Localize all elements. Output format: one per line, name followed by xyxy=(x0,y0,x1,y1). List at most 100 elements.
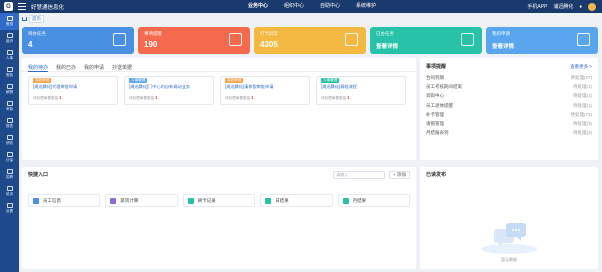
stat-clock-exceptions[interactable]: 打卡异常 4305 xyxy=(254,27,366,54)
org-icon xyxy=(6,33,13,38)
reminders-title: 事项提醒 xyxy=(426,64,447,70)
sidebar-item-hr[interactable]: 人事 xyxy=(0,47,19,64)
topnav-organization[interactable]: 组织中心 xyxy=(276,0,312,13)
list-item[interactable]: 合同到期 待处理(27) xyxy=(426,73,592,82)
sidebar-item-report[interactable]: 报表 xyxy=(0,115,19,132)
list-icon xyxy=(577,33,590,46)
tab-my-todo[interactable]: 我的待办 xyxy=(28,64,49,72)
stat-cards: 待办任务 4 事项提醒 190 打卡异常 4305 已办任务 查看详情 我的申请… xyxy=(22,27,598,54)
task-list: 待我审批 [浦迅腾化]代理审批申请 待处理单据数量:1 人事管理 [浦迅腾化]门… xyxy=(22,72,416,109)
app-logo: G xyxy=(4,2,13,11)
calendar-icon xyxy=(342,197,349,204)
book-icon xyxy=(6,186,13,191)
topnav-system[interactable]: 系统维护 xyxy=(348,0,384,13)
sidebar-item-performance[interactable]: 绩效 xyxy=(0,132,19,149)
breadcrumb-home[interactable]: 首页 xyxy=(29,14,44,23)
clock-icon xyxy=(6,101,13,106)
task-title[interactable]: [浦迅腾化]调档流程 xyxy=(321,84,401,90)
add-button[interactable]: + 添加 xyxy=(389,171,410,179)
task-tag: 待我审批 xyxy=(33,78,52,83)
sidebar: 首页 组织 人事 假勤 薪酬 考勤 报表 绩效 社保 招聘 培训 设置 xyxy=(0,13,19,272)
task-card[interactable]: 人事管理 [浦迅腾化]门中心内自有调动业务 待处理单据数量:1 xyxy=(124,76,214,105)
quick-entry-grid: 员工信息 薪资计算 刷卡记录 日结果 月结果 xyxy=(28,194,411,207)
home-icon xyxy=(22,16,27,21)
tab-my-requests[interactable]: 我的申请 xyxy=(84,64,104,71)
stat-todo[interactable]: 待办任务 4 xyxy=(22,27,134,54)
calendar-check-icon xyxy=(461,33,474,46)
top-nav: 业务中心 组织中心 自助中心 系统维护 xyxy=(240,0,384,13)
task-card[interactable]: 待我审批 [浦迅腾化]请休假审批申请 待处理单据数量:1 xyxy=(220,76,310,105)
bell-icon[interactable]: ♦ xyxy=(579,4,582,10)
list-item[interactable]: 月结报表到 待处理(2) xyxy=(426,129,592,138)
money-icon xyxy=(6,84,13,89)
chart-icon xyxy=(6,135,13,140)
top-bar: G 好慧通信息化 业务中心 组织中心 自助中心 系统维护 手机APP 浦迅腾化 … xyxy=(0,0,602,13)
sidebar-item-attendance[interactable]: 考勤 xyxy=(0,98,19,115)
quick-entry-title: 快捷入口 xyxy=(28,172,49,178)
stat-done[interactable]: 已办任务 查看详情 xyxy=(370,27,482,54)
notice-title: 已读发布 xyxy=(426,172,447,178)
quick-item-daily[interactable]: 日结果 xyxy=(260,194,333,207)
list-item[interactable]: 请假管理 待处理(3) xyxy=(426,119,592,128)
mobile-app-link[interactable]: 手机APP xyxy=(527,3,547,10)
topnav-self-service[interactable]: 自助中心 xyxy=(312,0,348,13)
task-tag: 待我审批 xyxy=(225,78,244,83)
menu-toggle-icon[interactable] xyxy=(18,3,26,10)
task-card[interactable]: 人事管理 [浦迅腾化]调档流程 待处理单据数量:1 xyxy=(316,76,406,105)
topnav-business[interactable]: 业务中心 xyxy=(240,0,276,13)
list-item[interactable]: 员工考核期间结束 待处理(1) xyxy=(426,82,592,91)
calculator-icon xyxy=(110,197,117,204)
sidebar-item-leave[interactable]: 假勤 xyxy=(0,64,19,81)
quick-item-employee[interactable]: 员工信息 xyxy=(28,194,101,207)
quick-item-monthly[interactable]: 月结果 xyxy=(337,194,411,207)
recruit-icon xyxy=(6,169,13,174)
stat-reminders[interactable]: 事项提醒 190 xyxy=(138,27,250,54)
sidebar-item-settings[interactable]: 设置 xyxy=(0,200,19,217)
list-item[interactable]: 调岗中心 待处理(1) xyxy=(426,92,592,101)
tab-cc-docs[interactable]: 抄送单据 xyxy=(112,64,132,71)
avatar[interactable] xyxy=(588,2,596,11)
notice-panel: 已读发布 暂无数据 xyxy=(420,167,598,269)
empty-chat-icon xyxy=(481,223,537,254)
quick-entry-panel: 快捷入口 请输入 + 添加 员工信息 薪资计算 刷卡记录 日结果 月结果 xyxy=(22,167,416,269)
employee-icon xyxy=(33,197,39,204)
breadcrumb: 首页 xyxy=(22,14,44,23)
empty-state: 暂无数据 xyxy=(479,217,539,263)
task-title[interactable]: [浦迅腾化]门中心内自有调动业务 xyxy=(129,84,209,90)
sidebar-item-home[interactable]: 首页 xyxy=(0,13,19,30)
task-panel: 我的待办 我的已办 我的申请 抄送单据 待我审批 [浦迅腾化]代理审批申请 待处… xyxy=(22,58,416,160)
app-title: 好慧通信息化 xyxy=(31,4,65,11)
document-icon xyxy=(113,33,126,46)
task-tabs: 我的待办 我的已办 我的申请 抄送单据 xyxy=(22,58,416,72)
sidebar-item-org[interactable]: 组织 xyxy=(0,30,19,47)
calendar-icon xyxy=(265,197,272,204)
sidebar-item-salary[interactable]: 薪酬 xyxy=(0,81,19,98)
task-tag: 人事管理 xyxy=(321,78,340,83)
gear-icon xyxy=(6,203,13,208)
quick-item-payroll[interactable]: 薪资计算 xyxy=(105,194,178,207)
report-icon xyxy=(6,118,13,123)
quick-item-card-records[interactable]: 刷卡记录 xyxy=(182,194,256,207)
list-item[interactable]: 员工退休提醒 待处理(1) xyxy=(426,101,592,110)
task-title[interactable]: [浦迅腾化]请休假审批申请 xyxy=(225,84,305,90)
home-icon xyxy=(6,16,13,21)
user-name[interactable]: 浦迅腾化 xyxy=(553,3,573,10)
task-title[interactable]: [浦迅腾化]代理审批申请 xyxy=(33,84,113,90)
plane-icon xyxy=(345,33,358,46)
shield-icon xyxy=(6,152,13,157)
search-input[interactable]: 请输入 xyxy=(333,171,386,179)
view-more-link[interactable]: 查看更多 > xyxy=(570,64,592,70)
sidebar-item-insurance[interactable]: 社保 xyxy=(0,149,19,166)
stat-my-requests[interactable]: 我的申请 查看详情 xyxy=(486,27,598,54)
task-card[interactable]: 待我审批 [浦迅腾化]代理审批申请 待处理单据数量:1 xyxy=(28,76,118,105)
sidebar-item-recruit[interactable]: 招聘 xyxy=(0,166,19,183)
reminders-panel: 事项提醒 查看更多 > 合同到期 待处理(27) 员工考核期间结束 待处理(1) 调… xyxy=(420,58,598,160)
calendar-icon xyxy=(6,67,13,72)
tab-my-done[interactable]: 我的已办 xyxy=(56,64,76,71)
user-icon xyxy=(6,50,13,55)
clipboard-icon xyxy=(229,33,242,46)
task-tag: 人事管理 xyxy=(129,78,148,83)
list-item[interactable]: 补卡管理 待处理(73) xyxy=(426,110,592,119)
sidebar-item-training[interactable]: 培训 xyxy=(0,183,19,200)
card-icon xyxy=(187,197,194,204)
